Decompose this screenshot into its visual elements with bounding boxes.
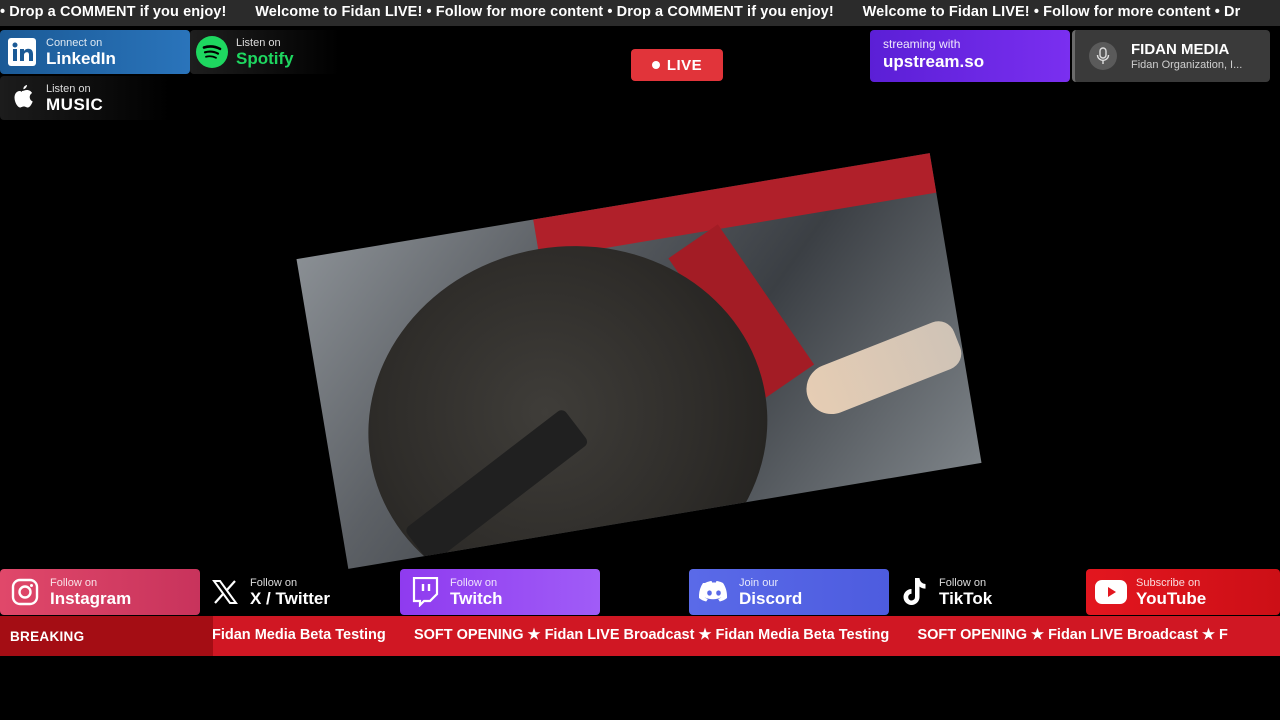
youtube-badge[interactable]: Subscribe on YouTube (1086, 569, 1280, 615)
sneaker (799, 316, 967, 422)
microphone-icon (1089, 42, 1117, 70)
twitter-label: X / Twitter (250, 588, 330, 608)
breaking-label: BREAKING (0, 616, 213, 656)
twitter-badge[interactable]: Follow on X / Twitter (200, 569, 390, 615)
music-small: Listen on (46, 82, 91, 95)
stream-overlay: • Drop a COMMENT if you enjoy! Welcome t… (0, 0, 1280, 720)
twitch-label: Twitch (450, 588, 503, 608)
linkedin-badge[interactable]: Connect on LinkedIn (0, 30, 190, 74)
top-ticker: • Drop a COMMENT if you enjoy! Welcome t… (0, 0, 1280, 26)
youtube-small: Subscribe on (1136, 576, 1201, 589)
tiktok-badge[interactable]: Follow on TikTok (889, 569, 1079, 615)
spotify-badge[interactable]: Listen on Spotify (190, 30, 340, 74)
top-ticker-text: • Drop a COMMENT if you enjoy! Welcome t… (0, 4, 1241, 20)
discord-small: Join our (739, 576, 779, 589)
machine-frame (529, 153, 955, 259)
x-icon (200, 569, 250, 615)
breaking-bar: BREAKING Fidan Media Beta Testing SOFT O… (0, 616, 1280, 656)
upstream-line2: upstream.so (883, 52, 985, 71)
twitter-small: Follow on (250, 576, 298, 589)
instagram-icon (0, 569, 50, 615)
tiktok-label: TikTok (939, 588, 993, 608)
tiktok-icon (889, 569, 939, 615)
apple-icon (0, 76, 44, 120)
instagram-badge[interactable]: Follow on Instagram (0, 569, 200, 615)
twitch-icon (400, 569, 450, 615)
spotify-label: Spotify (236, 48, 294, 68)
twitch-badge[interactable]: Follow on Twitch (400, 569, 600, 615)
upstream-line1: streaming with (883, 37, 961, 51)
linkedin-small: Connect on (46, 36, 103, 49)
fidan-subtitle: Fidan Organization, I... (1131, 58, 1243, 71)
linkedin-icon (0, 30, 44, 74)
tiktok-small: Follow on (939, 576, 987, 589)
youtube-icon (1086, 569, 1136, 615)
instagram-small: Follow on (50, 576, 98, 589)
spotify-small: Listen on (236, 36, 281, 49)
apple-music-badge[interactable]: Listen on MUSIC (0, 76, 170, 120)
discord-badge[interactable]: Join our Discord (689, 569, 889, 615)
fidan-media-badge: FIDAN MEDIA Fidan Organization, I... (1072, 30, 1270, 82)
camera-feed (296, 153, 982, 569)
linkedin-label: LinkedIn (46, 48, 116, 68)
fidan-title: FIDAN MEDIA (1131, 40, 1230, 58)
music-label: MUSIC (46, 94, 104, 114)
twitch-small: Follow on (450, 576, 498, 589)
discord-label: Discord (739, 588, 803, 608)
discord-icon (689, 569, 739, 615)
breaking-ticker-text: Fidan Media Beta Testing SOFT OPENING ★ … (212, 627, 1228, 643)
upstream-badge[interactable]: streaming with upstream.so (870, 30, 1070, 82)
youtube-label: YouTube (1136, 588, 1207, 608)
instagram-label: Instagram (50, 588, 132, 608)
live-indicator: LIVE (631, 49, 723, 81)
spotify-icon (190, 30, 234, 74)
live-label: LIVE (666, 56, 703, 74)
live-dot-icon (651, 61, 660, 69)
